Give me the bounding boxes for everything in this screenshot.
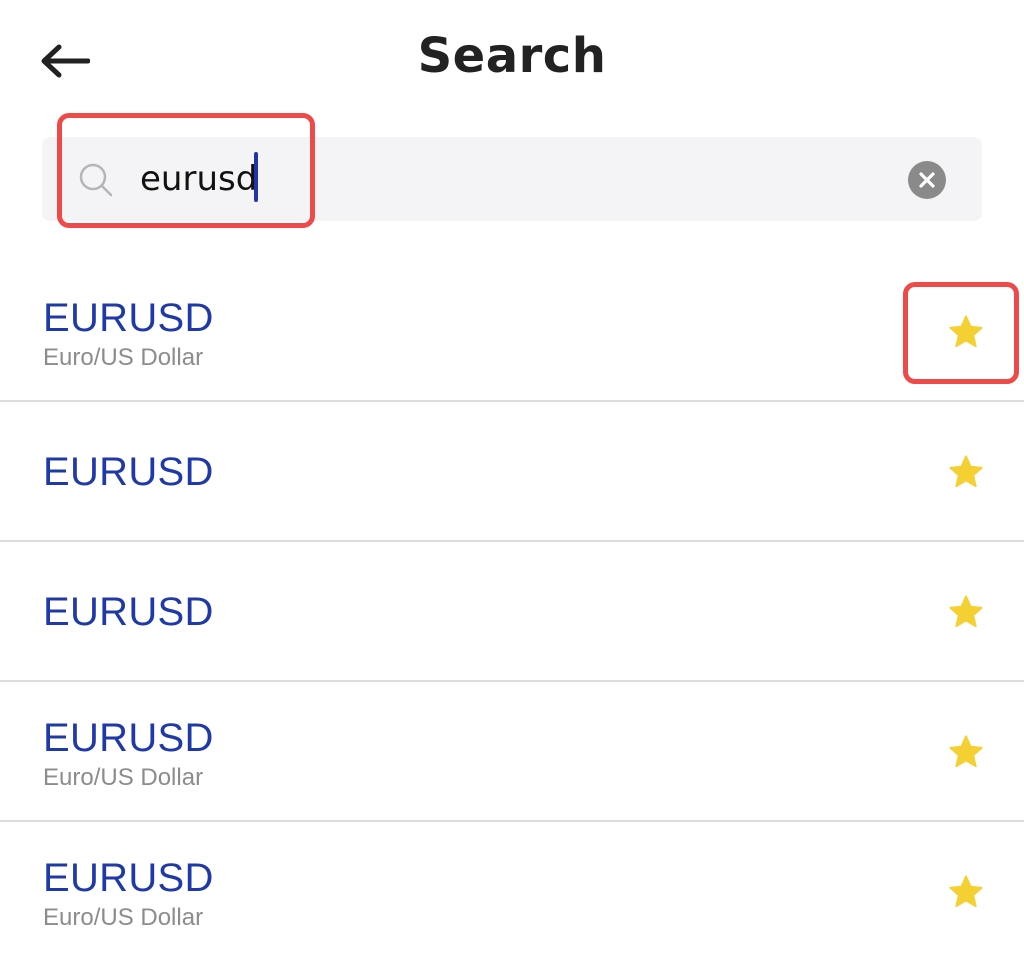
favorite-button[interactable] — [940, 306, 992, 358]
result-description: Euro/US Dollar — [43, 344, 204, 371]
clear-search-button[interactable] — [908, 161, 946, 199]
result-row[interactable]: EURUSD — [0, 402, 1024, 542]
star-icon — [949, 875, 983, 908]
result-row[interactable]: EURUSD Euro/US Dollar — [0, 262, 1024, 402]
search-icon — [79, 163, 113, 197]
page-title: Search — [417, 28, 607, 84]
result-symbol: EURUSD — [43, 296, 214, 340]
results-list: EURUSD Euro/US Dollar EURUSD EURUSD EURU… — [0, 262, 1024, 962]
star-icon — [949, 735, 983, 768]
favorite-button[interactable] — [940, 586, 992, 638]
favorite-button[interactable] — [940, 726, 992, 778]
result-description: Euro/US Dollar — [43, 904, 204, 931]
result-description: Euro/US Dollar — [43, 764, 204, 791]
header: Search — [0, 0, 1024, 120]
result-row[interactable]: EURUSD Euro/US Dollar — [0, 682, 1024, 822]
star-icon — [949, 455, 983, 488]
result-symbol: EURUSD — [43, 716, 214, 760]
result-row[interactable]: EURUSD Euro/US Dollar — [0, 822, 1024, 962]
star-icon — [949, 595, 983, 628]
result-symbol: EURUSD — [43, 856, 214, 900]
favorite-button[interactable] — [940, 866, 992, 918]
text-caret — [254, 152, 258, 202]
result-symbol: EURUSD — [43, 450, 214, 494]
close-icon — [919, 172, 935, 188]
result-row[interactable]: EURUSD — [0, 542, 1024, 682]
favorite-button[interactable] — [940, 446, 992, 498]
search-input[interactable] — [140, 150, 840, 208]
star-icon — [949, 315, 983, 348]
result-symbol: EURUSD — [43, 590, 214, 634]
